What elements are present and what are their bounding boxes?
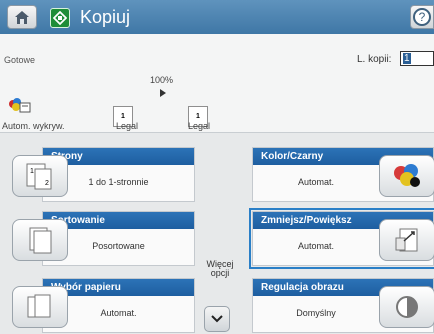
zoom-level: 100% — [150, 75, 174, 85]
tile-color[interactable]: Kolor/Czarny Automat. — [252, 147, 434, 202]
collate-icon — [29, 227, 52, 254]
paper-button[interactable] — [12, 286, 68, 328]
tile-paper[interactable]: Wybór papieru Automat. — [12, 278, 195, 333]
help-icon: ? — [413, 8, 431, 26]
tile-reduce-enlarge[interactable]: Zmniejsz/Powiększ Automat. — [249, 208, 434, 269]
image-adjust-button[interactable] — [379, 286, 434, 328]
image-adjust-icon — [396, 296, 418, 318]
status-text: Gotowe — [4, 55, 36, 65]
copies-value: 1 — [403, 53, 411, 64]
home-button[interactable] — [7, 5, 37, 29]
status-bar — [0, 34, 434, 133]
collate-button[interactable] — [12, 219, 68, 261]
copies-label: L. kopii: — [357, 54, 392, 65]
color-icon — [394, 164, 420, 187]
more-options-label: Więcej opcji — [206, 259, 234, 278]
page-title: Kopiuj — [80, 7, 131, 27]
autodetect-icon — [8, 96, 32, 116]
tile-collate[interactable]: Sortowanie Posortowane — [12, 211, 195, 266]
home-icon — [15, 11, 29, 24]
tile-sides[interactable]: Strony 1 do 1-stronnie 1 2 — [12, 147, 195, 202]
help-button[interactable]: ? — [410, 5, 434, 29]
duplex-icon: 1 2 — [26, 163, 52, 190]
sides-button[interactable]: 1 2 — [12, 155, 68, 197]
svg-text:1: 1 — [30, 168, 34, 175]
arrow-right-icon — [160, 89, 166, 97]
autodetect-label: Autom. wykryw. — [2, 121, 65, 131]
svg-text:2: 2 — [45, 180, 49, 187]
copies-input[interactable]: 1 — [400, 51, 434, 66]
paper-selection-icon — [27, 294, 51, 318]
color-button[interactable] — [379, 155, 434, 197]
source-paper-label: Legal — [116, 121, 139, 131]
resize-icon — [395, 228, 418, 252]
svg-text:?: ? — [419, 10, 426, 24]
chevron-down-icon — [211, 315, 223, 323]
tile-image-adjust[interactable]: Regulacja obrazu Domyślny — [252, 278, 434, 333]
output-paper-label: Legal — [188, 121, 211, 131]
more-options-button[interactable] — [204, 306, 230, 332]
resize-button[interactable] — [379, 219, 434, 261]
copy-icon — [50, 8, 70, 28]
